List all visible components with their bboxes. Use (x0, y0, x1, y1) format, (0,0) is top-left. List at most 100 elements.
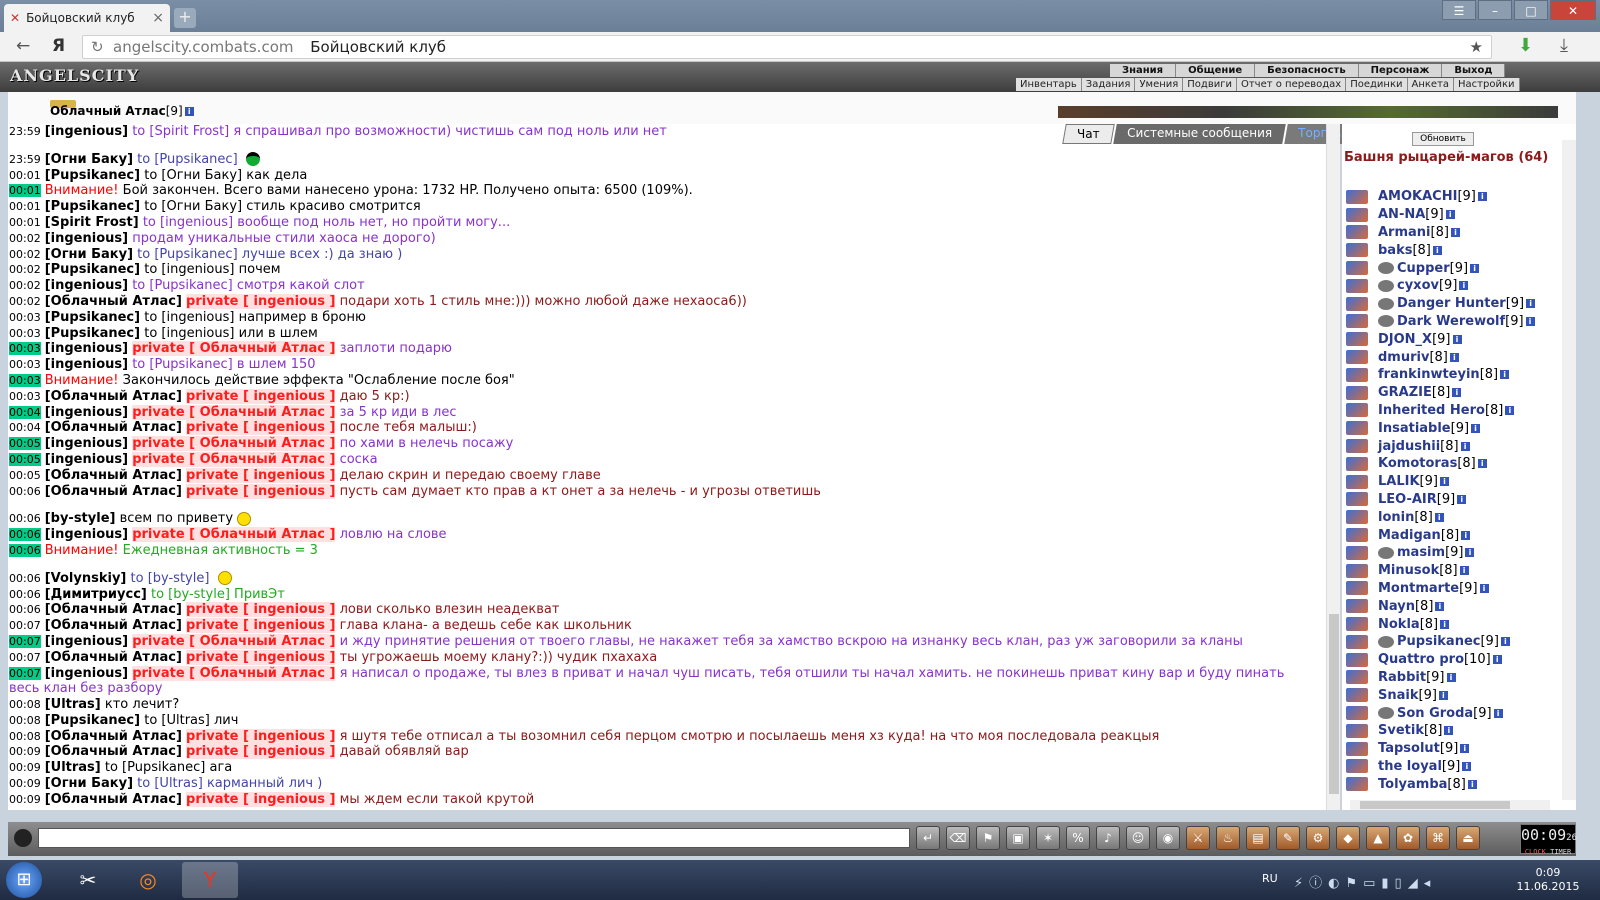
user-name[interactable]: Dark Werewolf (1397, 314, 1505, 329)
info-icon[interactable]: i (1440, 619, 1450, 629)
url-field[interactable]: ↻ angelscity.combats.com Бойцовский клуб… (82, 35, 1492, 59)
user-row[interactable]: Minusok [8] i (1346, 562, 1566, 580)
user-row[interactable]: Son Groda [9] i (1346, 704, 1566, 722)
user-row[interactable]: AMOKACHI [9] i (1346, 188, 1566, 206)
new-tab-button[interactable]: + (174, 8, 196, 28)
info-icon[interactable]: i (1449, 352, 1459, 362)
user-name[interactable]: the loyal (1378, 759, 1442, 774)
user-action-icon[interactable] (1346, 634, 1368, 649)
chat-nick[interactable]: [ingenious] (45, 341, 128, 356)
chat-nick[interactable]: [Облачный Атлас] (45, 602, 182, 617)
user-row[interactable]: masim [9] i (1346, 544, 1566, 562)
chat-nick[interactable]: [Облачный Атлас] (45, 792, 182, 807)
chat-nick[interactable]: [Pupsikanec] (45, 199, 140, 214)
chat-nick[interactable]: [Ultras] (45, 697, 101, 712)
info-icon[interactable]: i (1452, 388, 1462, 398)
chat-recipient[interactable]: to [Pupsikanec] (132, 278, 232, 293)
user-name[interactable]: Nayn (1378, 599, 1415, 614)
info-icon[interactable]: i (1435, 601, 1445, 611)
bookmark-star-icon[interactable]: ★ (1470, 36, 1483, 58)
chat-recipient[interactable]: to [Pupsikanec] (132, 357, 232, 372)
chat-nick[interactable]: [Облачный Атлас] (45, 294, 182, 309)
chat-nick[interactable]: [ingenious] (45, 527, 128, 542)
chest-icon[interactable]: ▤ (1246, 826, 1270, 850)
chat-nick[interactable]: [Pupsikanec] (45, 262, 140, 277)
info-icon[interactable]: i (1470, 263, 1480, 273)
user-name[interactable]: Minusok (1378, 563, 1439, 578)
user-action-icon[interactable] (1346, 421, 1368, 436)
yandex-browser-icon[interactable]: Y (182, 862, 238, 898)
info-icon[interactable]: i (1477, 459, 1487, 469)
user-row[interactable]: Insatiable [9] i (1346, 419, 1566, 437)
private-tag[interactable]: private [ Облачный Атлас ] (132, 341, 336, 357)
user-action-icon[interactable] (1346, 617, 1368, 632)
user-action-icon[interactable] (1346, 296, 1368, 311)
smile-icon[interactable]: ☺ (1126, 826, 1150, 850)
chat-scrollbar[interactable] (1326, 124, 1340, 810)
filter-icon[interactable]: ⚑ (976, 826, 1000, 850)
info-icon[interactable]: i (1500, 370, 1510, 380)
chat-nick[interactable]: [Облачный Атлас] (45, 729, 182, 744)
menu-communication[interactable]: Общение (1176, 64, 1256, 77)
private-tag[interactable]: private [ ingenious ] (186, 649, 336, 665)
info-icon[interactable]: i (1471, 423, 1481, 433)
chat-mode-icon[interactable] (14, 829, 32, 847)
info-icon[interactable]: i (1525, 316, 1535, 326)
weapon-icon[interactable]: ⚔ (1186, 826, 1210, 850)
user-name[interactable]: Insatiable (1378, 421, 1451, 436)
close-window-button[interactable]: ✕ (1550, 0, 1596, 20)
back-arrow-icon[interactable]: ← (16, 36, 30, 56)
user-list-scrollbar[interactable] (1562, 140, 1576, 800)
submenu-transfers[interactable]: Отчет о переводах (1237, 78, 1347, 91)
yandex-icon[interactable]: Я (52, 36, 65, 56)
private-tag[interactable]: private [ Облачный Атлас ] (132, 633, 336, 649)
user-row[interactable]: lonin [8] i (1346, 508, 1566, 526)
reload-icon[interactable]: ↻ (91, 36, 104, 58)
chat-recipient[interactable]: to [Pupsikanec] (137, 247, 237, 262)
chat-nick[interactable]: [Volynskiy] (45, 571, 127, 586)
user-name[interactable]: Rabbit (1378, 670, 1426, 685)
info-icon[interactable]: i (1462, 761, 1472, 771)
info-icon[interactable]: i (1450, 227, 1460, 237)
close-tab-icon[interactable]: × (152, 10, 164, 26)
user-hscroll-thumb[interactable] (1360, 801, 1510, 809)
submenu-skills[interactable]: Умения (1135, 78, 1184, 91)
chat-recipient[interactable]: to [Pupsikanec] (137, 152, 237, 167)
user-action-icon[interactable] (1346, 599, 1368, 614)
user-action-icon[interactable] (1346, 741, 1368, 756)
chat-nick[interactable]: [Spirit Frost] (45, 215, 139, 230)
chat-recipient[interactable]: to [Ultras] (144, 713, 210, 728)
chat-nick[interactable]: [ingenious] (45, 405, 128, 420)
chat-nick[interactable]: [ingenious] (45, 666, 128, 681)
minimize-button[interactable]: – (1478, 0, 1512, 20)
user-row[interactable]: baks [8] i (1346, 241, 1566, 259)
info-icon[interactable]: i (1459, 566, 1469, 576)
user-action-icon[interactable] (1346, 350, 1368, 365)
user-name[interactable]: LEO-AIR (1378, 492, 1437, 507)
info-icon[interactable]: i (1445, 210, 1455, 220)
user-action-icon[interactable] (1346, 439, 1368, 454)
info-icon[interactable]: i (1438, 690, 1448, 700)
user-action-icon[interactable] (1346, 510, 1368, 525)
user-row[interactable]: GRAZIE [8] i (1346, 384, 1566, 402)
user-row[interactable]: jajdushii [8] i (1346, 437, 1566, 455)
user-row[interactable]: dmuriv [8] i (1346, 348, 1566, 366)
submenu-settings[interactable]: Настройки (1454, 78, 1520, 91)
user-action-icon[interactable] (1346, 563, 1368, 578)
info-icon[interactable]: i (1434, 512, 1444, 522)
chat-nick[interactable]: [Pupsikanec] (45, 168, 140, 183)
chat-nick[interactable]: [Pupsikanec] (45, 326, 140, 341)
info-icon[interactable]: i (184, 107, 194, 116)
user-name[interactable]: Madigan (1378, 528, 1441, 543)
scroll-icon[interactable]: ✎ (1276, 826, 1300, 850)
private-tag[interactable]: private [ ingenious ] (186, 618, 336, 634)
user-action-icon[interactable] (1346, 581, 1368, 596)
chat-scroll-thumb[interactable] (1329, 614, 1339, 794)
info-icon[interactable]: i (1492, 655, 1502, 665)
user-name[interactable]: Montmarte (1378, 581, 1459, 596)
language-indicator[interactable]: RU (1262, 872, 1278, 885)
bottle-icon[interactable]: ♨ (1216, 826, 1240, 850)
info-icon[interactable]: i (1439, 477, 1449, 487)
private-tag[interactable]: private [ ingenious ] (186, 728, 336, 744)
user-name[interactable]: jajdushii (1378, 439, 1440, 454)
